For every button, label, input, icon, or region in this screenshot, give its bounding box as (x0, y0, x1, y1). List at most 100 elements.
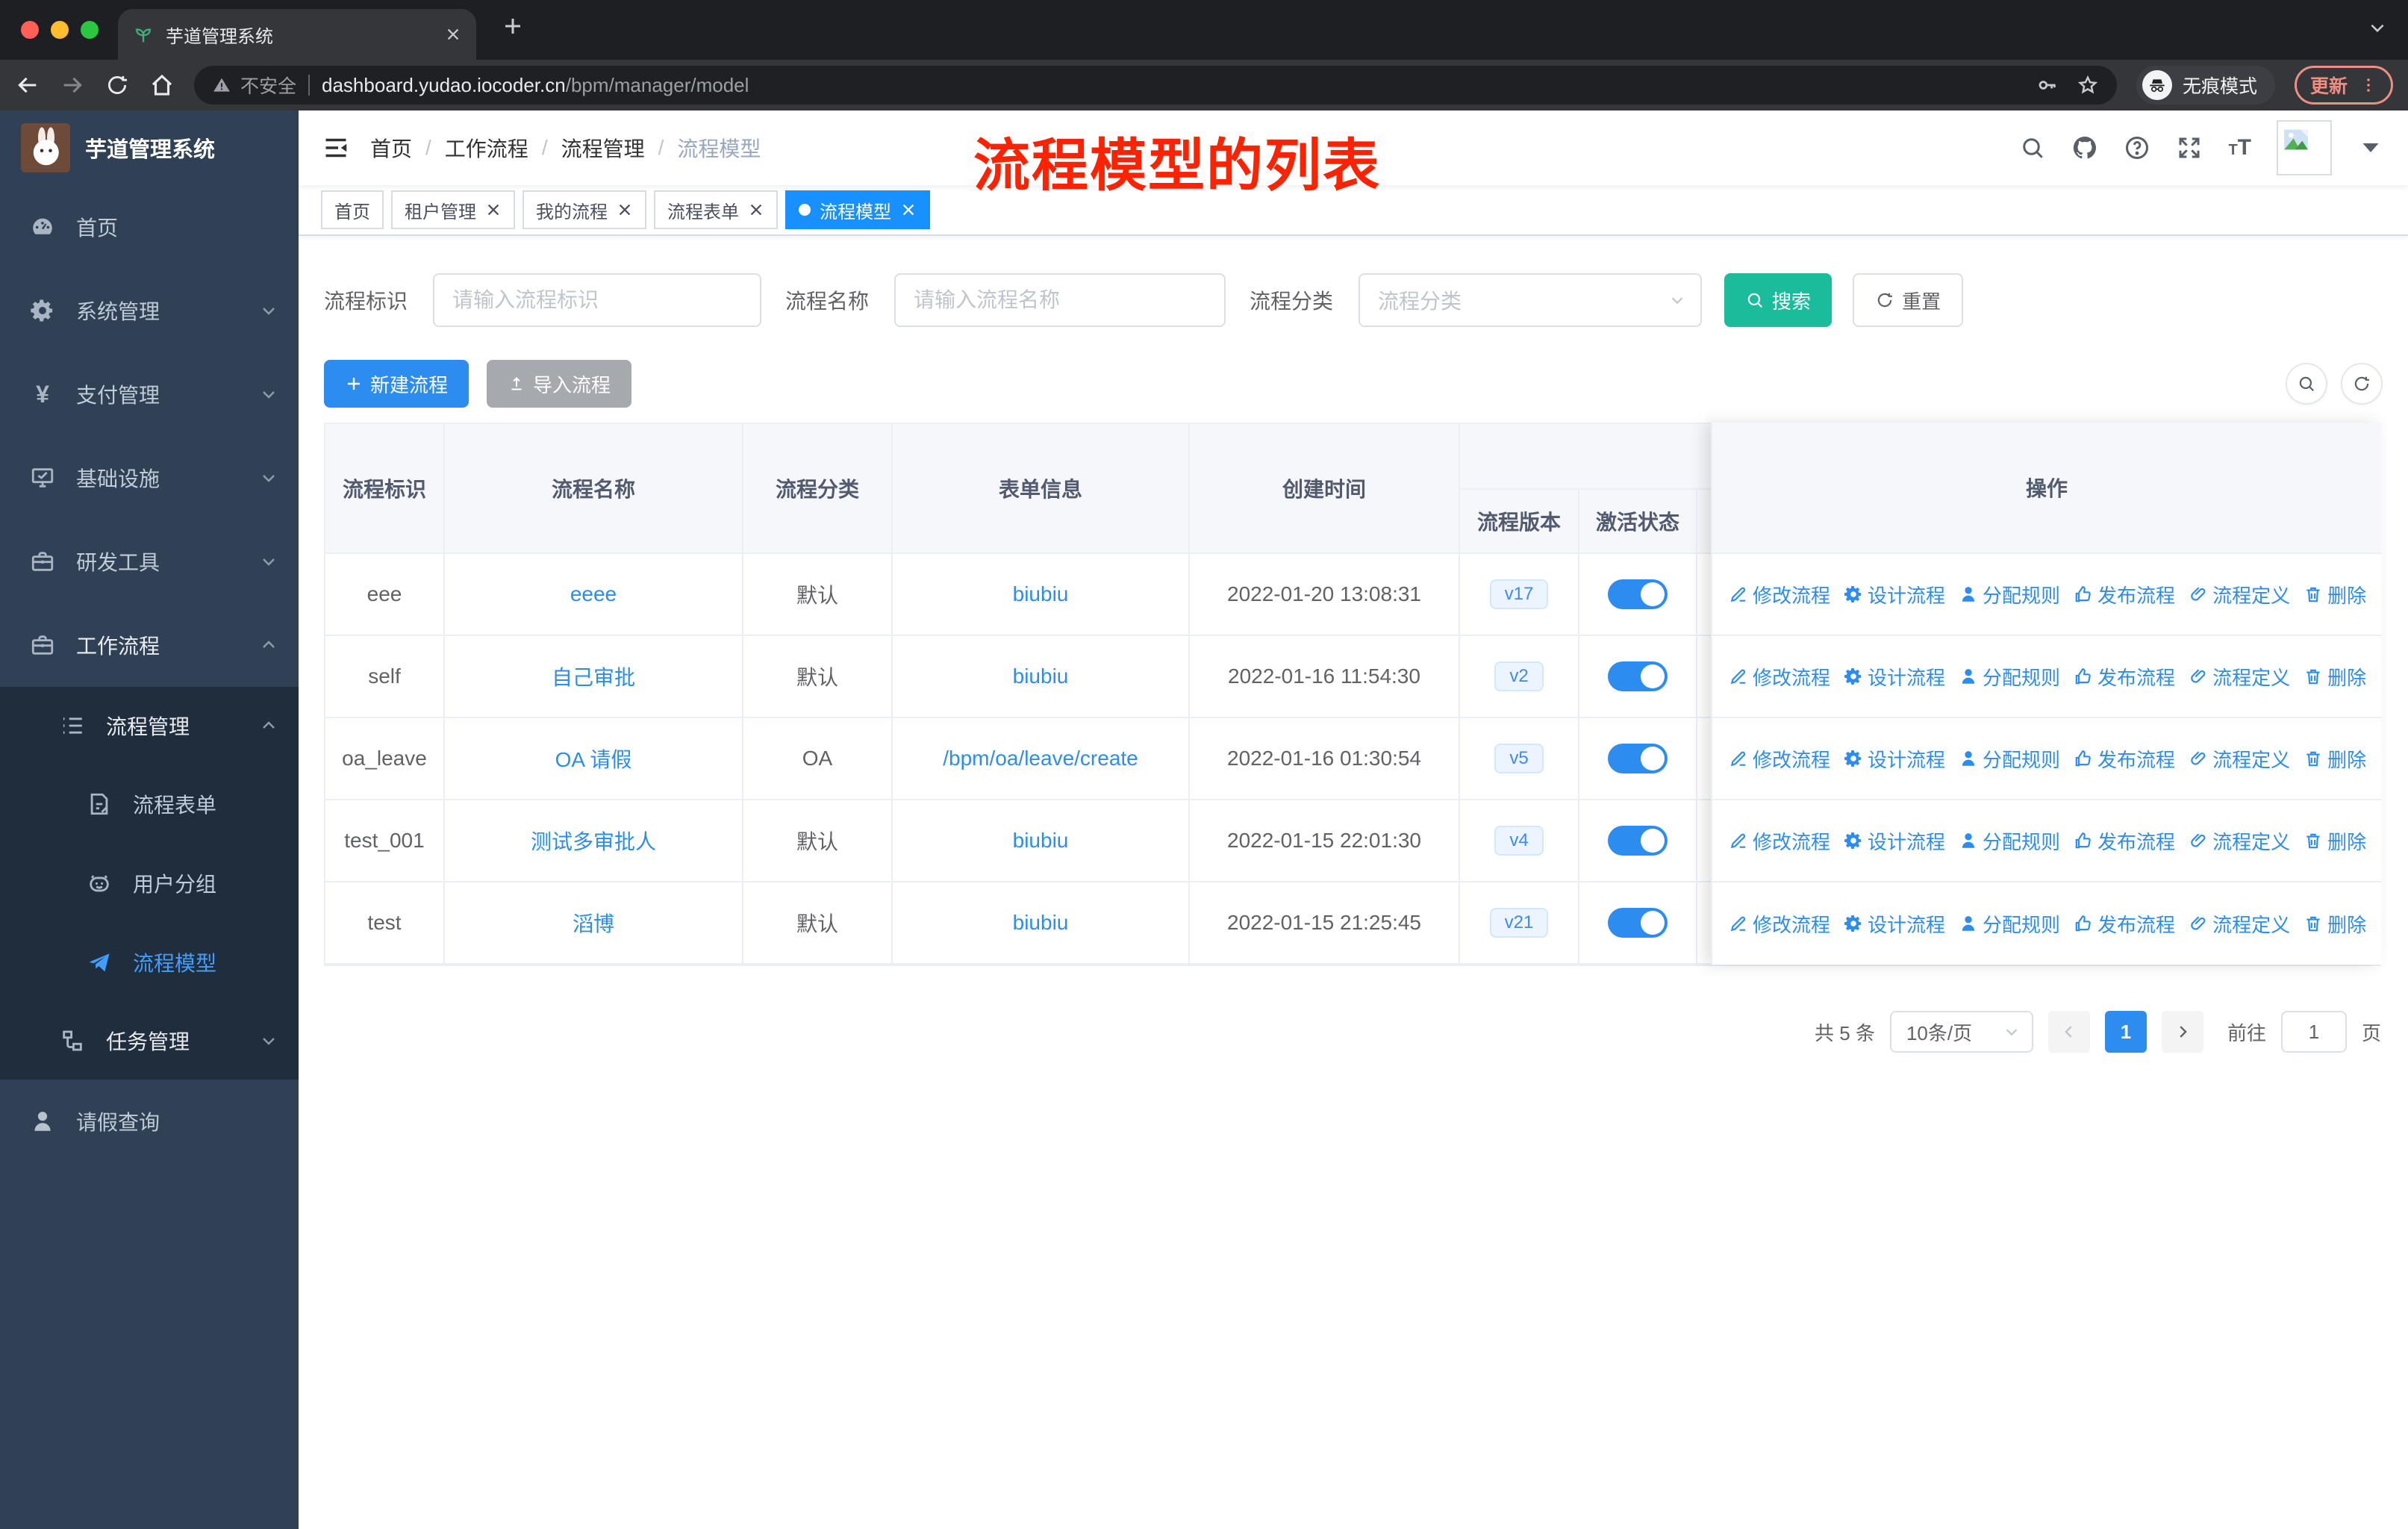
assign-rule-link[interactable]: 分配规则 (1959, 910, 2060, 938)
sidebar-item-user-group[interactable]: 用户分组 (0, 844, 299, 923)
edit-process-link[interactable]: 修改流程 (1729, 910, 1830, 938)
sidebar-item-process-model[interactable]: 流程模型 (0, 923, 299, 1002)
process-definition-link[interactable]: 流程定义 (2189, 827, 2290, 855)
assign-rule-link[interactable]: 分配规则 (1959, 745, 2060, 773)
sidebar-item-process-management[interactable]: 流程管理 (0, 687, 299, 764)
tag-process-form[interactable]: 流程表单 (654, 190, 778, 229)
sidebar-item-leave-query[interactable]: 请假查询 (0, 1080, 299, 1163)
window-minimize-button[interactable] (51, 21, 69, 39)
publish-process-link[interactable]: 发布流程 (2074, 581, 2175, 608)
process-definition-link[interactable]: 流程定义 (2189, 745, 2290, 773)
breadcrumb-process-management[interactable]: 流程管理 (561, 133, 645, 163)
search-button[interactable]: 搜索 (1724, 273, 1832, 327)
tab-close-icon[interactable] (445, 26, 461, 43)
tag-close-icon[interactable] (748, 202, 764, 218)
tag-process-model[interactable]: 流程模型 (785, 190, 930, 229)
header-search-icon[interactable] (2019, 134, 2046, 161)
tag-close-icon[interactable] (900, 202, 917, 218)
active-status-toggle[interactable] (1608, 661, 1668, 691)
publish-process-link[interactable]: 发布流程 (2074, 745, 2175, 773)
version-badge[interactable]: v17 (1489, 579, 1549, 609)
home-icon[interactable] (149, 72, 175, 98)
help-icon[interactable] (2124, 134, 2150, 161)
breadcrumb-home[interactable]: 首页 (370, 133, 412, 163)
publish-process-link[interactable]: 发布流程 (2074, 910, 2175, 938)
tag-home[interactable]: 首页 (321, 190, 384, 229)
design-process-link[interactable]: 设计流程 (1844, 663, 1945, 691)
active-status-toggle[interactable] (1608, 744, 1668, 773)
process-definition-link[interactable]: 流程定义 (2189, 663, 2290, 691)
tag-close-icon[interactable] (617, 202, 633, 218)
process-name-link[interactable]: 测试多审批人 (531, 830, 656, 853)
process-category-select[interactable]: 流程分类 (1359, 273, 1703, 327)
prev-page-button[interactable] (2047, 1011, 2090, 1053)
address-bar[interactable]: 不安全 dashboard.yudao.iocoder.cn/bpm/manag… (194, 66, 2117, 105)
sidebar-item-workflow[interactable]: 工作流程 (0, 603, 299, 687)
form-info-link[interactable]: biubiu (1013, 911, 1069, 934)
process-key-input[interactable] (433, 273, 762, 327)
window-close-button[interactable] (21, 21, 39, 39)
password-key-icon[interactable] (2036, 74, 2059, 96)
sidebar-collapse-icon[interactable] (322, 134, 349, 161)
process-name-link[interactable]: OA 请假 (555, 748, 632, 771)
process-name-input[interactable] (894, 273, 1226, 327)
edit-process-link[interactable]: 修改流程 (1729, 581, 1830, 608)
goto-page-input[interactable] (2280, 1011, 2347, 1053)
import-process-button[interactable]: 导入流程 (487, 360, 632, 408)
form-info-link[interactable]: /bpm/oa/leave/create (943, 747, 1138, 770)
publish-process-link[interactable]: 发布流程 (2074, 663, 2175, 691)
design-process-link[interactable]: 设计流程 (1844, 910, 1945, 938)
avatar-caret-down-icon[interactable] (2357, 134, 2384, 161)
publish-process-link[interactable]: 发布流程 (2074, 827, 2175, 855)
form-info-link[interactable]: biubiu (1013, 829, 1069, 852)
page-url[interactable]: dashboard.yudao.iocoder.cn/bpm/manager/m… (322, 74, 749, 97)
show-search-toggle-button[interactable] (2286, 363, 2327, 405)
new-tab-button[interactable] (502, 15, 524, 37)
back-icon[interactable] (15, 72, 40, 98)
page-size-select[interactable]: 10条/页 (1889, 1011, 2033, 1053)
sidebar-item-home[interactable]: 首页 (0, 185, 299, 269)
delete-link[interactable]: 删除 (2303, 745, 2366, 773)
edit-process-link[interactable]: 修改流程 (1729, 663, 1830, 691)
forward-icon[interactable] (60, 72, 85, 98)
edit-process-link[interactable]: 修改流程 (1729, 827, 1830, 855)
tag-my-process[interactable]: 我的流程 (523, 190, 646, 229)
font-size-icon[interactable]: TT (2228, 137, 2251, 159)
design-process-link[interactable]: 设计流程 (1844, 581, 1945, 608)
assign-rule-link[interactable]: 分配规则 (1959, 663, 2060, 691)
delete-link[interactable]: 删除 (2303, 663, 2366, 691)
sidebar-item-task-management[interactable]: 任务管理 (0, 1002, 299, 1080)
reload-icon[interactable] (105, 72, 130, 98)
reset-button[interactable]: 重置 (1853, 273, 1964, 327)
process-definition-link[interactable]: 流程定义 (2189, 910, 2290, 938)
edit-process-link[interactable]: 修改流程 (1729, 745, 1830, 773)
tag-tenant[interactable]: 租户管理 (391, 190, 515, 229)
version-badge[interactable]: v2 (1494, 661, 1544, 691)
delete-link[interactable]: 删除 (2303, 910, 2366, 938)
current-page-button[interactable]: 1 (2104, 1011, 2147, 1053)
tag-close-icon[interactable] (485, 202, 502, 218)
sidebar-item-payment[interactable]: ¥ 支付管理 (0, 352, 299, 436)
active-status-toggle[interactable] (1608, 579, 1668, 609)
sidebar-item-devtools[interactable]: 研发工具 (0, 520, 299, 603)
sidebar-item-process-form[interactable]: 流程表单 (0, 764, 299, 844)
version-badge[interactable]: v5 (1494, 744, 1544, 773)
sidebar-item-system[interactable]: 系统管理 (0, 269, 299, 352)
design-process-link[interactable]: 设计流程 (1844, 745, 1945, 773)
browser-update-button[interactable]: 更新 (2294, 66, 2393, 105)
version-badge[interactable]: v21 (1489, 908, 1549, 938)
delete-link[interactable]: 删除 (2303, 581, 2366, 608)
form-info-link[interactable]: biubiu (1013, 664, 1069, 688)
active-status-toggle[interactable] (1608, 826, 1668, 856)
sidebar-item-infrastructure[interactable]: 基础设施 (0, 436, 299, 520)
process-definition-link[interactable]: 流程定义 (2189, 581, 2290, 608)
process-name-link[interactable]: eeee (570, 582, 617, 605)
assign-rule-link[interactable]: 分配规则 (1959, 827, 2060, 855)
form-info-link[interactable]: biubiu (1013, 582, 1069, 605)
bookmark-star-icon[interactable] (2077, 74, 2099, 96)
process-name-link[interactable]: 自己审批 (552, 666, 635, 689)
not-secure-label[interactable]: 不安全 (240, 72, 296, 99)
refresh-table-button[interactable] (2341, 363, 2383, 405)
next-page-button[interactable] (2161, 1011, 2203, 1053)
active-status-toggle[interactable] (1608, 908, 1668, 938)
